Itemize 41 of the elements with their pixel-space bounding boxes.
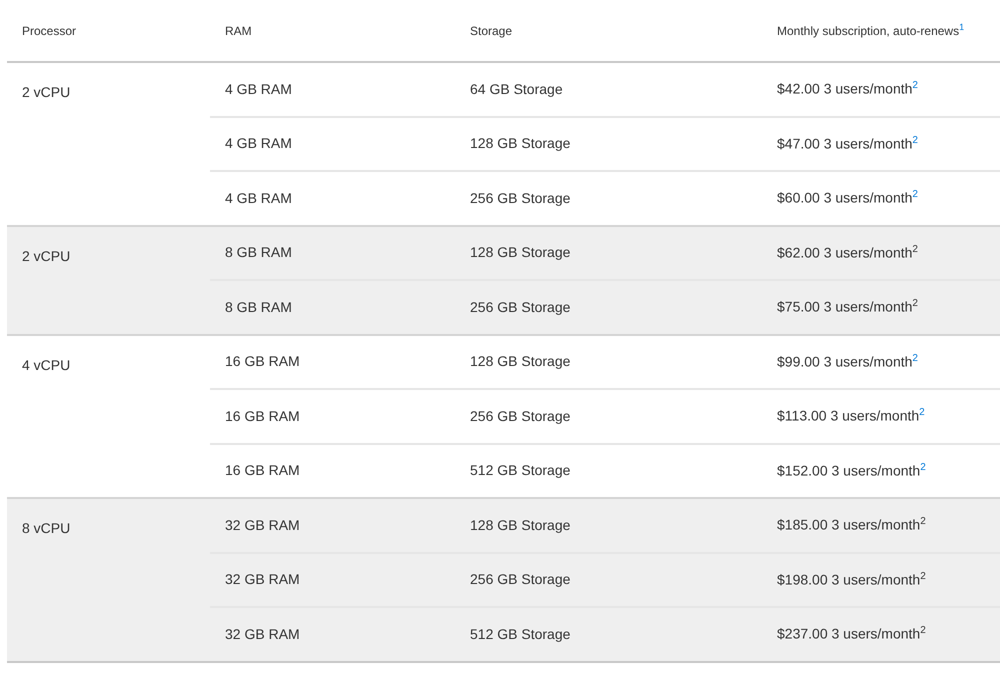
table-cell: 128 GB Storage — [455, 226, 762, 280]
table-cell: 128 GB Storage — [455, 498, 762, 552]
table-cell: 8 GB RAM — [210, 226, 455, 280]
footnote-link[interactable]: 2 — [920, 625, 926, 636]
footnote-link[interactable]: 2 — [912, 134, 918, 146]
price-text: $198.00 3 users/month — [777, 572, 920, 588]
table-cell: 32 GB RAM — [210, 498, 455, 552]
table-cell: 128 GB Storage — [455, 334, 762, 389]
price-text: $185.00 3 users/month — [777, 517, 920, 534]
price-text: $237.00 3 users/month — [777, 626, 920, 642]
footnote-link[interactable]: 2 — [912, 244, 918, 255]
footnote-link[interactable]: 1 — [959, 22, 964, 32]
footnote-link[interactable]: 2 — [919, 407, 925, 418]
price-text: $60.00 3 users/month — [777, 190, 912, 206]
table-cell: 64 GB Storage — [455, 62, 762, 116]
column-header: Monthly subscription, auto-renews — [777, 24, 960, 38]
table-cell: 32 GB RAM — [210, 607, 455, 662]
price-text: $42.00 3 users/month — [777, 81, 912, 98]
price-text: $62.00 3 users/month — [777, 244, 912, 261]
footnote-link[interactable]: 2 — [912, 352, 918, 364]
table-cell: 4 GB RAM — [210, 62, 455, 116]
price-text: $47.00 3 users/month — [777, 136, 912, 152]
table-cell: 4 vCPU — [7, 334, 210, 498]
table-cell: 512 GB Storage — [455, 607, 762, 662]
footnote-link[interactable]: 2 — [920, 570, 926, 582]
column-header: Processor — [7, 0, 210, 62]
table-cell: 2 vCPU — [7, 226, 210, 334]
footnote-link[interactable]: 2 — [912, 298, 918, 310]
footnote-link[interactable]: 2 — [920, 516, 926, 528]
table-cell: 8 vCPU — [7, 498, 210, 662]
column-header: Storage — [455, 0, 762, 62]
column-header: RAM — [210, 0, 455, 62]
price-text: $113.00 3 users/month — [777, 408, 920, 424]
footnote-link[interactable]: 2 — [920, 462, 926, 473]
footnote-link[interactable]: 2 — [912, 189, 918, 200]
price-text: $75.00 3 users/month — [777, 299, 912, 316]
table-cell: 16 GB RAM — [210, 334, 455, 389]
price-text: $152.00 3 users/month — [777, 462, 920, 479]
price-text: $99.00 3 users/month — [777, 354, 912, 370]
table-cell: 2 vCPU — [7, 62, 210, 226]
footnote-link[interactable]: 2 — [912, 80, 918, 92]
